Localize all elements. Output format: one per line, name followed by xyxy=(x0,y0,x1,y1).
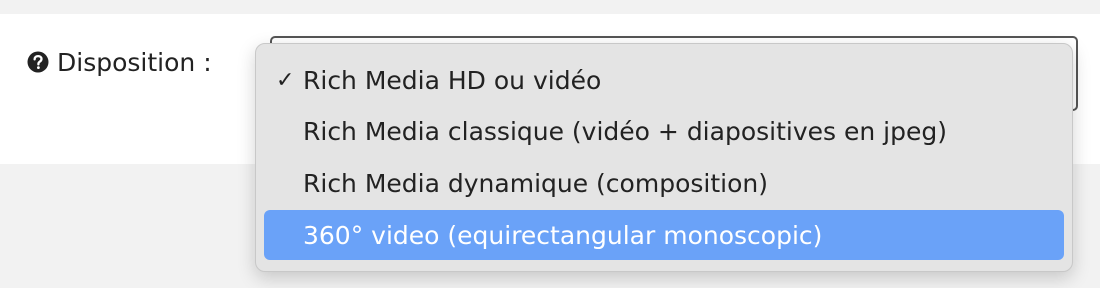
option-rich-media-dynamique[interactable]: Rich Media dynamique (composition) xyxy=(264,158,1064,208)
disposition-field-label: Disposition : xyxy=(27,44,212,80)
field-label-text: Disposition : xyxy=(57,47,212,77)
option-label: Rich Media dynamique (composition) xyxy=(303,168,768,198)
question-circle-icon[interactable] xyxy=(27,51,49,73)
option-label: Rich Media HD ou vidéo xyxy=(303,65,602,95)
option-label: 360° video (equirectangular monoscopic) xyxy=(303,220,823,250)
checkmark-icon: ✓ xyxy=(276,67,295,93)
option-360-video[interactable]: 360° video (equirectangular monoscopic) xyxy=(264,210,1064,260)
option-label: Rich Media classique (vidéo + diapositiv… xyxy=(303,116,947,146)
top-strip xyxy=(0,0,1100,14)
disposition-dropdown-menu: ✓ Rich Media HD ou vidéo Rich Media clas… xyxy=(255,43,1073,272)
option-rich-media-classique[interactable]: Rich Media classique (vidéo + diapositiv… xyxy=(264,106,1064,156)
option-rich-media-hd[interactable]: ✓ Rich Media HD ou vidéo xyxy=(264,55,1064,105)
